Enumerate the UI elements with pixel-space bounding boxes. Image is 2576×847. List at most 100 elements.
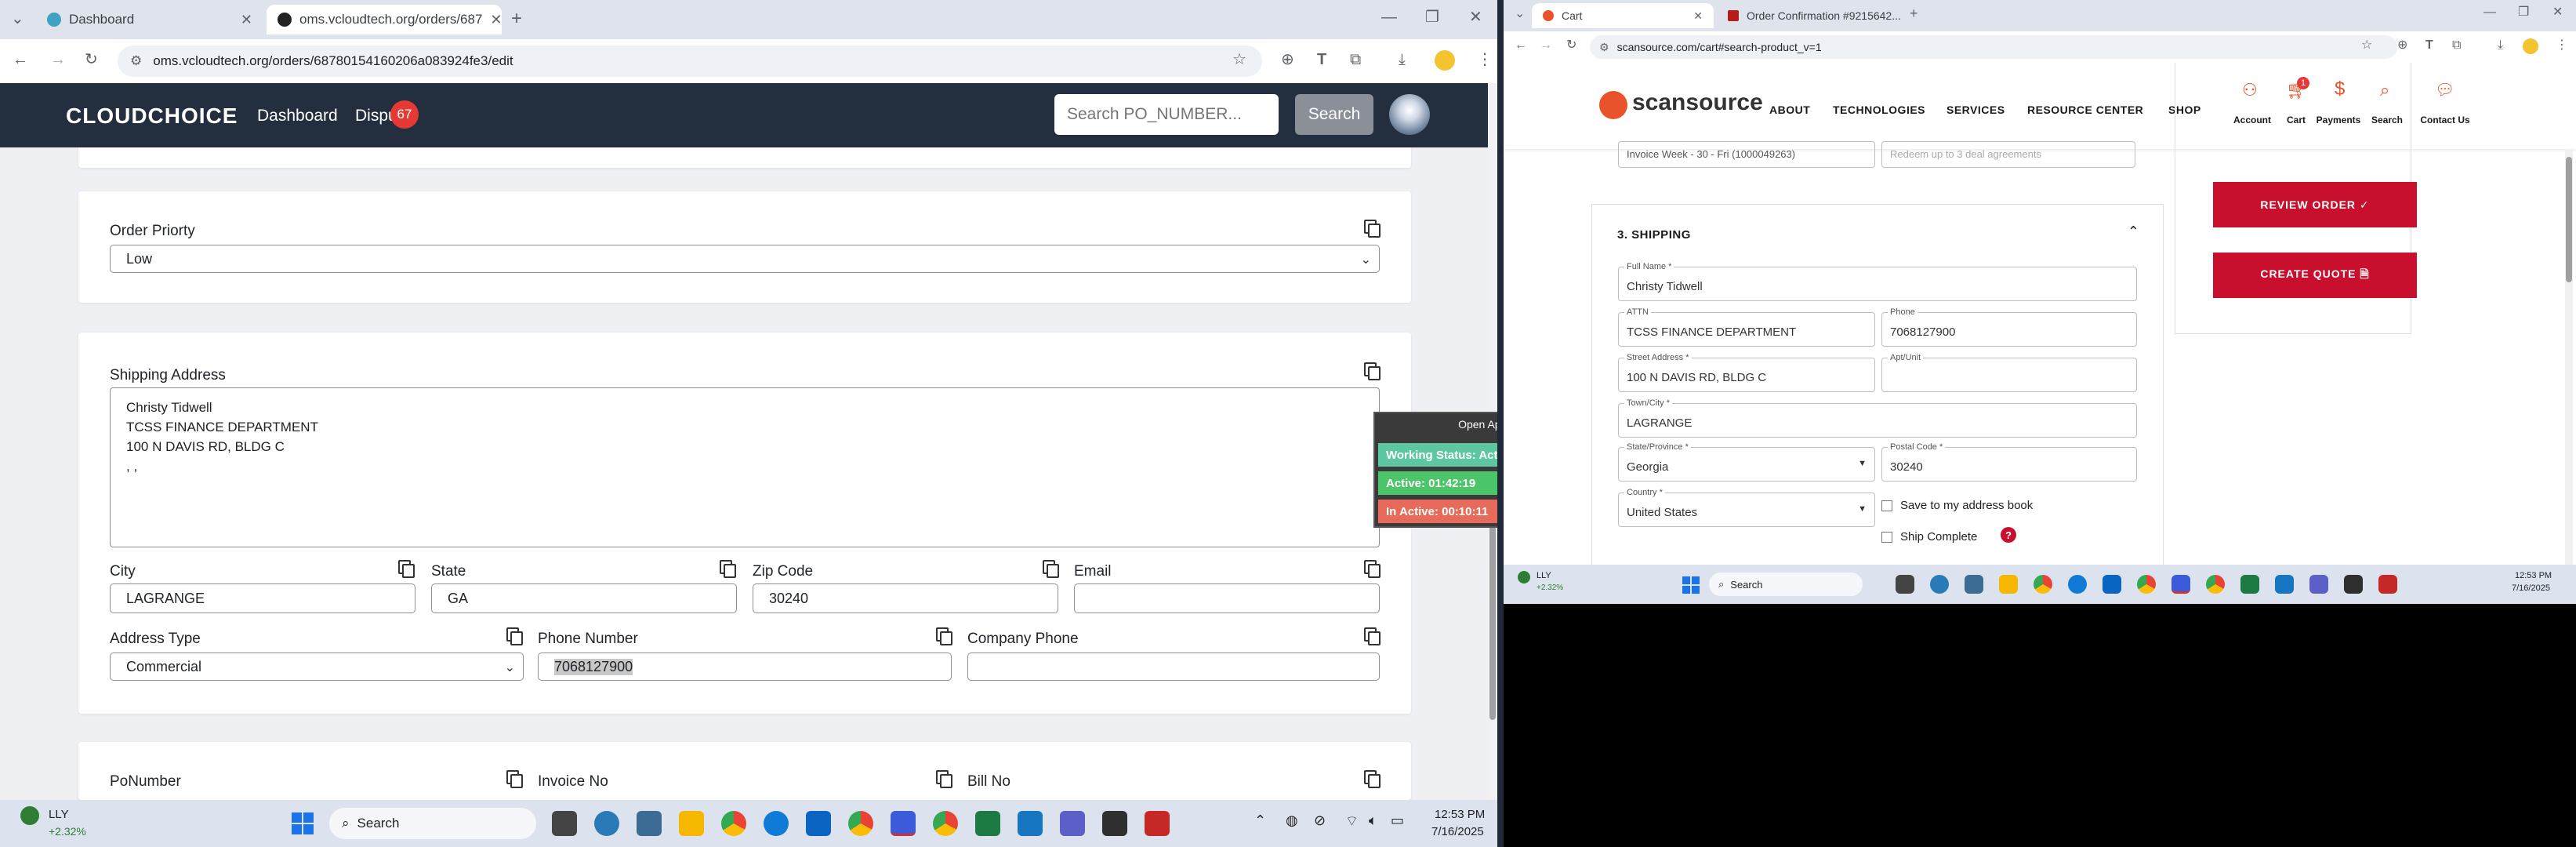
- state-field[interactable]: GA: [431, 583, 737, 613]
- battery-icon[interactable]: ▭: [1391, 812, 1404, 829]
- street-address-field[interactable]: 100 N DAVIS RD, BLDG C: [1618, 358, 1875, 392]
- chrome-icon[interactable]: [933, 811, 958, 836]
- nav-resource-center[interactable]: RESOURCE CENTER: [2027, 104, 2143, 116]
- country-select[interactable]: United States ▼: [1618, 493, 1875, 527]
- close-icon[interactable]: ✕: [241, 12, 252, 28]
- tab-search-icon[interactable]: ⌄: [11, 11, 24, 27]
- email-field[interactable]: [1074, 583, 1380, 613]
- chrome-icon[interactable]: [2206, 575, 2225, 594]
- copy-icon[interactable]: [1364, 627, 1381, 645]
- app-icon[interactable]: [637, 811, 662, 836]
- acrobat-icon[interactable]: [1145, 811, 1170, 836]
- acrobat-icon[interactable]: [2378, 575, 2397, 594]
- phone-field[interactable]: 7068127900: [538, 653, 952, 681]
- download-icon[interactable]: ⤓: [1399, 52, 1406, 67]
- ship-complete-checkbox[interactable]: [1881, 532, 1892, 543]
- copy-icon[interactable]: [1364, 362, 1381, 380]
- taskbar-search[interactable]: ⌕ Search: [1709, 573, 1863, 596]
- order-priority-select[interactable]: Low ⌄: [110, 245, 1380, 273]
- close-icon[interactable]: ✕: [1693, 9, 1703, 23]
- chrome-icon[interactable]: [2137, 575, 2156, 594]
- app-icon[interactable]: [1930, 575, 1949, 594]
- folder-icon[interactable]: [1999, 575, 2018, 594]
- city-field[interactable]: LAGRANGE: [110, 583, 415, 613]
- outlook-icon[interactable]: [806, 811, 831, 836]
- download-icon[interactable]: ⤓: [2498, 39, 2503, 52]
- full-name-field[interactable]: Christy Tidwell: [1618, 267, 2137, 301]
- address-bar[interactable]: ⚙ oms.vcloudtech.org/orders/687801541602…: [118, 45, 1262, 77]
- extensions-icon[interactable]: ⧉: [2452, 39, 2461, 52]
- app-icon[interactable]: [891, 811, 916, 836]
- copy-icon[interactable]: [1364, 220, 1381, 238]
- minimize-icon[interactable]: —: [1381, 9, 1397, 25]
- user-avatar[interactable]: [1389, 94, 1430, 135]
- reload-icon[interactable]: ↻: [85, 52, 98, 67]
- chrome-icon[interactable]: [721, 811, 746, 836]
- copy-icon[interactable]: [1364, 770, 1381, 788]
- deal-agreements-field[interactable]: Redeem up to 3 deal agreements: [1881, 141, 2135, 168]
- help-icon[interactable]: ?: [2001, 527, 2016, 543]
- profile-icon[interactable]: [2523, 38, 2538, 54]
- window-close-icon[interactable]: ✕: [1469, 9, 1482, 25]
- chrome-icon[interactable]: [848, 811, 873, 836]
- town-city-field[interactable]: LAGRANGE: [1618, 403, 2137, 438]
- state-province-select[interactable]: Georgia ▼: [1618, 447, 1875, 482]
- open-app-link[interactable]: Open App ↗: [1458, 418, 1497, 431]
- windows-start-icon[interactable]: [292, 812, 314, 834]
- app-icon[interactable]: [1102, 811, 1127, 836]
- copy-icon[interactable]: [1043, 560, 1059, 578]
- scansource-logo[interactable]: scansource: [1632, 89, 1763, 116]
- tray-chevron-up-icon[interactable]: ⌃: [1254, 812, 1266, 829]
- tray-app-icon[interactable]: ◍: [1286, 812, 1298, 829]
- phone-field[interactable]: 7068127900: [1881, 312, 2137, 347]
- reader-icon[interactable]: T: [2425, 39, 2433, 52]
- stock-widget-icon[interactable]: [20, 806, 39, 825]
- outlook-icon[interactable]: [2103, 575, 2121, 594]
- nav-dashboard[interactable]: Dashboard: [257, 107, 338, 125]
- tab-oms-order[interactable]: oms.vcloudtech.org/orders/687 ✕: [267, 5, 502, 35]
- nav-services[interactable]: SERVICES: [1947, 104, 2005, 116]
- excel-icon[interactable]: [2240, 575, 2259, 594]
- save-address-checkbox[interactable]: [1881, 500, 1892, 511]
- menu-kebab-icon[interactable]: ⋮: [1477, 52, 1493, 67]
- nav-about[interactable]: ABOUT: [1769, 104, 1810, 116]
- scrollbar-thumb[interactable]: [2566, 157, 2572, 282]
- stock-widget-icon[interactable]: [1518, 571, 1530, 583]
- tab-order-confirmation[interactable]: Order Confirmation #9215642... ✕: [1717, 3, 1903, 28]
- taskbar-search[interactable]: ⌕ Search: [329, 808, 536, 839]
- translate-icon[interactable]: ⊕: [1281, 52, 1294, 67]
- tab-dashboard[interactable]: Dashboard ✕: [36, 5, 263, 35]
- folder-icon[interactable]: [679, 811, 704, 836]
- windows-start-icon[interactable]: [1682, 576, 1700, 594]
- new-tab-icon[interactable]: +: [1910, 6, 1918, 20]
- new-tab-icon[interactable]: +: [511, 9, 522, 28]
- copy-icon[interactable]: [936, 770, 952, 788]
- right-page-scrollbar[interactable]: [2565, 149, 2573, 565]
- teams-icon[interactable]: [1060, 811, 1085, 836]
- edge-icon[interactable]: [2068, 575, 2087, 594]
- shipping-address-textarea[interactable]: Christy Tidwell TCSS FINANCE DEPARTMENT …: [110, 387, 1380, 547]
- back-icon[interactable]: ←: [1515, 39, 1527, 52]
- copy-icon[interactable]: [1364, 560, 1381, 578]
- reload-icon[interactable]: ↻: [1566, 39, 1576, 52]
- reader-icon[interactable]: T: [1317, 52, 1326, 67]
- maximize-icon[interactable]: ❐: [1425, 9, 1439, 25]
- app-icon[interactable]: [1965, 575, 1983, 594]
- po-search-input[interactable]: [1054, 94, 1279, 135]
- excel-icon[interactable]: [975, 811, 1000, 836]
- contact-chat-icon[interactable]: 💬︎: [2435, 80, 2454, 100]
- postal-code-field[interactable]: 30240: [1881, 447, 2137, 482]
- chrome-icon[interactable]: [2034, 575, 2052, 594]
- zip-field[interactable]: 30240: [753, 583, 1058, 613]
- app-icon[interactable]: [594, 811, 619, 836]
- translate-icon[interactable]: ⊕: [2397, 39, 2407, 52]
- nav-technologies[interactable]: TECHNOLOGIES: [1833, 104, 1925, 116]
- app-icon[interactable]: [2275, 575, 2294, 594]
- maximize-icon[interactable]: ❐: [2518, 6, 2529, 19]
- window-close-icon[interactable]: ✕: [2552, 6, 2563, 19]
- app-icon[interactable]: [2171, 575, 2190, 594]
- review-order-button[interactable]: REVIEW ORDER ✓: [2213, 182, 2417, 227]
- app-icon[interactable]: [1018, 811, 1043, 836]
- search-button[interactable]: Search: [1295, 94, 1373, 135]
- wifi-icon[interactable]: ⌔: [1345, 812, 1359, 831]
